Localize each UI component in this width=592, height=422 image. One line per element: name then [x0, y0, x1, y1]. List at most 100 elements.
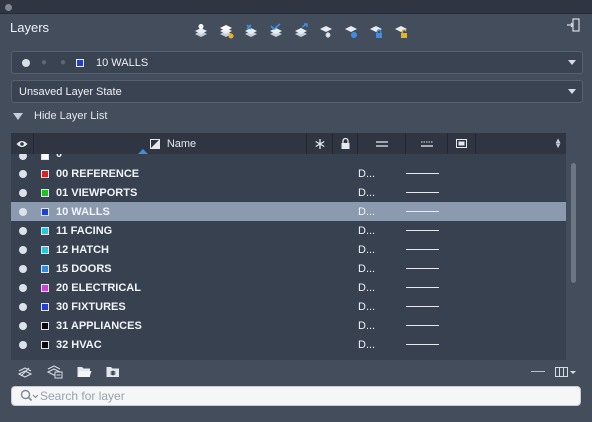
visibility-toggle[interactable] [19, 226, 27, 235]
layer-row[interactable]: 12 HATCH D... [11, 240, 566, 259]
column-header-lock[interactable] [333, 133, 358, 154]
column-header-freeze[interactable] [307, 133, 333, 154]
layer-lineweight-line[interactable] [406, 173, 439, 174]
layer-linetype[interactable]: D... [358, 206, 375, 218]
move-to-layer-icon[interactable] [292, 22, 310, 39]
layer-lineweight-line[interactable] [406, 306, 439, 307]
layer-linetype[interactable]: D... [358, 339, 375, 351]
new-layer-icon[interactable] [192, 22, 210, 39]
layer-states-folder-icon[interactable] [104, 364, 122, 379]
set-current-icon[interactable] [267, 22, 285, 39]
column-name-label: Name [166, 137, 197, 150]
layer-row[interactable]: 01 VIEWPORTS D... [11, 183, 566, 202]
visibility-toggle[interactable] [19, 207, 27, 216]
visibility-icon [22, 58, 30, 67]
layer-grid: Name ▲ ▼ 0 00 REFERENCE D... 01 VIEWPORT… [11, 133, 566, 360]
layer-linetype[interactable]: D... [358, 244, 375, 256]
layer-settings-icon[interactable] [16, 364, 34, 379]
search-input[interactable] [40, 389, 560, 403]
collapse-triangle-icon [13, 112, 23, 120]
layer-lineweight-line[interactable] [406, 211, 439, 212]
layer-color-swatch[interactable] [41, 188, 49, 197]
column-header-linetype[interactable] [358, 133, 406, 154]
current-layer-color-swatch [76, 58, 84, 67]
layer-color-swatch[interactable] [41, 245, 49, 254]
layer-name: 10 WALLS [56, 205, 110, 218]
snowflake-icon [314, 138, 325, 149]
layer-lineweight-line[interactable] [406, 287, 439, 288]
layer-row[interactable]: 15 DOORS D... [11, 259, 566, 278]
delete-layer-icon[interactable] [242, 22, 260, 39]
search-icon [20, 389, 38, 402]
layer-lineweight-line[interactable] [406, 268, 439, 269]
layer-color-swatch[interactable] [41, 154, 49, 160]
lock-icon[interactable] [367, 22, 385, 39]
isolate-icon[interactable] [342, 22, 360, 39]
layer-properties-manager-icon[interactable] [46, 364, 64, 379]
visibility-toggle[interactable] [19, 302, 27, 311]
layer-color-swatch[interactable] [41, 302, 49, 311]
layer-color-swatch[interactable] [41, 169, 49, 178]
layer-linetype[interactable]: D... [358, 320, 375, 332]
layer-row[interactable]: 20 ELECTRICAL D... [11, 278, 566, 297]
dock-icon[interactable] [566, 18, 580, 32]
visibility-toggle[interactable] [19, 154, 27, 160]
column-header-name[interactable]: Name ▲ ▼ [34, 133, 562, 154]
layer-name: 32 HVAC [56, 338, 102, 351]
layer-row[interactable]: 31 APPLIANCES D... [11, 316, 566, 335]
layer-state-dropdown[interactable]: Unsaved Layer State [11, 80, 583, 103]
visibility-toggle[interactable] [19, 264, 27, 273]
layer-linetype[interactable]: D... [358, 187, 375, 199]
open-folder-icon[interactable] [75, 364, 93, 379]
layer-lineweight-line[interactable] [406, 249, 439, 250]
visibility-toggle[interactable] [19, 283, 27, 292]
scrollbar-thumb[interactable] [571, 163, 576, 283]
column-header-visibility[interactable] [11, 133, 34, 154]
layer-row[interactable]: 0 [11, 154, 566, 164]
column-header-lineweight[interactable] [406, 133, 448, 154]
linetype-icon [375, 140, 388, 147]
minus-icon[interactable]: — [531, 362, 545, 378]
layer-color-swatch[interactable] [41, 283, 49, 292]
layer-row[interactable]: 10 WALLS D... [11, 202, 566, 221]
layer-color-swatch[interactable] [41, 207, 49, 216]
layer-name: 00 REFERENCE [56, 167, 140, 180]
new-layer-vp-frozen-icon[interactable] [217, 22, 235, 39]
sort-updown-icon: ▲ ▼ [554, 136, 562, 150]
visibility-toggle[interactable] [19, 321, 27, 330]
layer-linetype[interactable]: D... [358, 282, 375, 294]
column-header-transparency[interactable] [448, 133, 476, 154]
layer-linetype[interactable]: D... [358, 301, 375, 313]
layer-row[interactable]: 00 REFERENCE D... [11, 164, 566, 183]
visibility-toggle[interactable] [19, 245, 27, 254]
layer-color-swatch[interactable] [41, 226, 49, 235]
layer-color-swatch[interactable] [41, 321, 49, 330]
close-dot-icon[interactable] [5, 4, 12, 11]
unlock-icon[interactable] [392, 22, 410, 39]
layer-linetype[interactable]: D... [358, 263, 375, 275]
layer-row[interactable]: 11 FACING D... [11, 221, 566, 240]
layer-rows: 0 00 REFERENCE D... 01 VIEWPORTS D... 10 WAL… [11, 154, 566, 354]
search-layer-box[interactable] [11, 386, 581, 406]
visibility-toggle[interactable] [19, 188, 27, 197]
layer-row[interactable]: 32 HVAC D... [11, 335, 566, 354]
bottom-toolbar: — [0, 362, 592, 382]
layer-lineweight-line[interactable] [406, 325, 439, 326]
hide-layer-list-label: Hide Layer List [34, 110, 108, 122]
window-titlebar[interactable] [0, 0, 592, 14]
layer-lineweight-line[interactable] [406, 230, 439, 231]
layer-linetype[interactable]: D... [358, 168, 375, 180]
columns-menu-icon[interactable] [555, 365, 577, 379]
layer-lineweight-line[interactable] [406, 192, 439, 193]
layer-row[interactable]: 30 FIXTURES D... [11, 297, 566, 316]
layer-linetype[interactable]: D... [358, 225, 375, 237]
freeze-all-icon[interactable] [317, 22, 335, 39]
visibility-toggle[interactable] [19, 169, 27, 178]
lock-state-icon: ● [40, 57, 48, 68]
layer-color-swatch[interactable] [41, 264, 49, 273]
current-layer-dropdown[interactable]: ● ● 10 WALLS [11, 51, 583, 74]
layer-lineweight-line[interactable] [406, 344, 439, 345]
hide-layer-list-toggle[interactable]: Hide Layer List [13, 110, 107, 122]
visibility-toggle[interactable] [19, 340, 27, 349]
layer-color-swatch[interactable] [41, 340, 49, 349]
